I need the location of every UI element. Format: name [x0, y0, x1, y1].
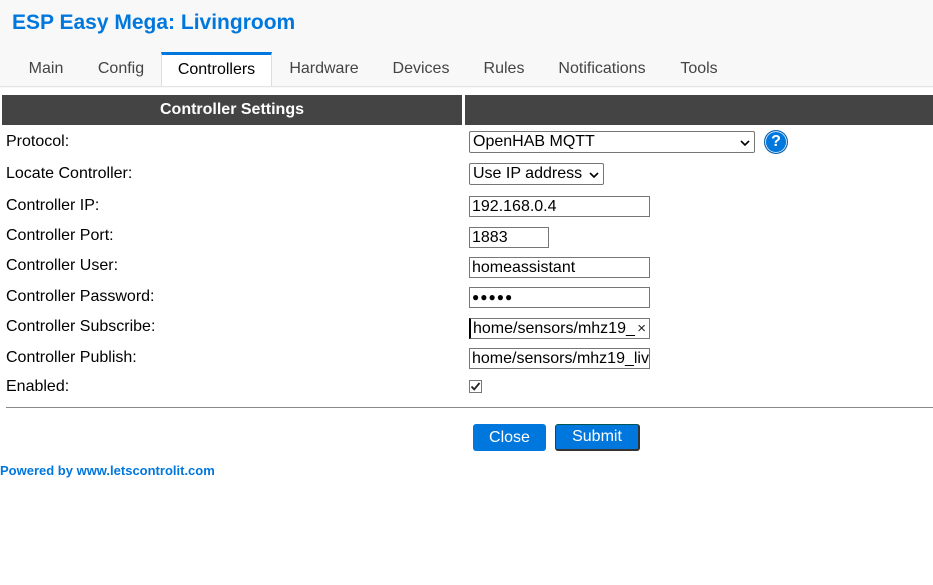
settings-header: Controller Settings	[2, 95, 462, 125]
tab-hardware[interactable]: Hardware	[280, 52, 368, 86]
chevron-down-icon	[740, 140, 750, 147]
tab-controllers[interactable]: Controllers	[161, 52, 272, 86]
locate-controller-select[interactable]: Use IP address	[469, 163, 604, 185]
close-button[interactable]: Close	[473, 424, 546, 451]
clear-icon[interactable]: ×	[637, 319, 646, 338]
protocol-label: Protocol:	[6, 133, 70, 150]
tab-notifications[interactable]: Notifications	[550, 52, 654, 86]
controller-password-input[interactable]: ●●●●●	[469, 287, 650, 308]
controller-publish-input[interactable]: home/sensors/mhz19_liv	[469, 348, 650, 369]
submit-button[interactable]: Submit	[555, 424, 640, 451]
locate-controller-value: Use IP address	[473, 165, 583, 182]
locate-controller-label: Locate Controller:	[6, 165, 133, 182]
checkmark-icon	[470, 382, 481, 391]
controller-subscribe-input[interactable]: home/sensors/mhz19_ ×	[469, 318, 650, 339]
tab-devices[interactable]: Devices	[383, 52, 459, 86]
tab-rules[interactable]: Rules	[474, 52, 534, 86]
divider	[6, 407, 933, 408]
controller-password-label: Controller Password:	[6, 288, 155, 305]
tab-bar: Main Config Controllers Hardware Devices…	[0, 52, 933, 87]
protocol-select-value: OpenHAB MQTT	[473, 133, 595, 150]
settings-header-right	[465, 95, 933, 125]
controller-ip-input[interactable]: 192.168.0.4	[469, 196, 650, 217]
page-title: ESP Easy Mega: Livingroom	[12, 11, 296, 34]
tab-main[interactable]: Main	[16, 52, 76, 86]
question-icon[interactable]: ?	[764, 130, 788, 154]
powered-by-link[interactable]: Powered by www.letscontrolit.com	[0, 463, 215, 478]
controller-port-input[interactable]: 1883	[469, 227, 549, 248]
controller-publish-label: Controller Publish:	[6, 349, 137, 366]
enabled-label: Enabled:	[6, 378, 70, 395]
controller-subscribe-value: home/sensors/mhz19_	[473, 320, 635, 337]
tab-underline	[0, 86, 933, 87]
chevron-down-icon	[589, 172, 599, 179]
controller-port-label: Controller Port:	[6, 227, 114, 244]
controller-ip-label: Controller IP:	[6, 197, 100, 214]
protocol-select[interactable]: OpenHAB MQTT	[469, 131, 755, 153]
controller-user-label: Controller User:	[6, 257, 119, 274]
controller-subscribe-label: Controller Subscribe:	[6, 318, 156, 335]
enabled-checkbox[interactable]	[469, 380, 482, 393]
tab-config[interactable]: Config	[88, 52, 154, 86]
controller-user-input[interactable]: homeassistant	[469, 257, 650, 278]
tab-tools[interactable]: Tools	[670, 52, 728, 86]
